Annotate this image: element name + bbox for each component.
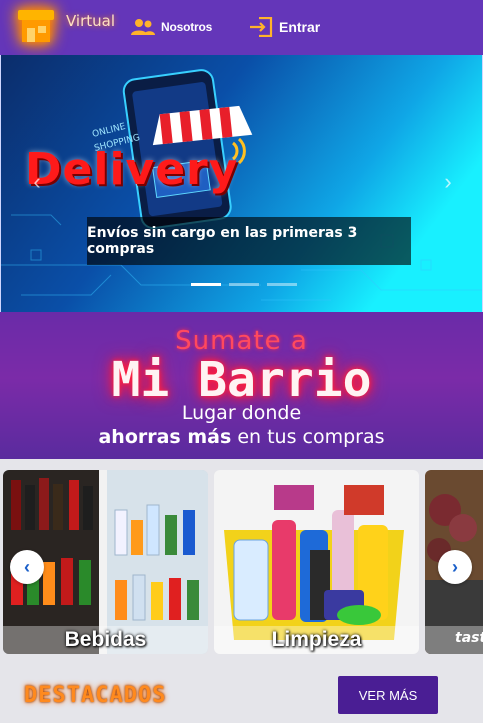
navbar: Virtual Nosotros Entrar [0,0,483,55]
carousel-indicators [191,283,297,286]
promo-title: Mi Barrio [111,352,372,408]
users-icon [131,17,155,37]
category-next-button[interactable]: › [438,550,472,584]
ver-mas-button[interactable]: VER MÁS [338,676,438,714]
chevron-left-icon: ‹ [33,169,41,194]
carousel-prev-button[interactable]: ‹ [27,167,47,197]
carousel-indicator[interactable] [191,283,221,286]
storefront-icon [14,6,58,46]
login-icon [249,16,273,38]
category-label [425,626,483,654]
brand-link[interactable]: Virtual [14,6,116,46]
category-label: Bebidas [3,626,208,654]
nav-link-nosotros[interactable]: Nosotros [131,17,212,37]
nav-link-entrar[interactable]: Entrar [249,16,321,38]
featured-section: DESTACADOS VER MÁS [0,660,483,723]
category-card-limpieza[interactable]: Limpieza [214,470,419,654]
promo-line-1: Lugar donde [181,402,302,424]
carousel-indicator[interactable] [267,283,297,286]
category-carousel: Bebidas Limpieza tasty [0,459,483,660]
slide-caption: Envíos sin cargo en las primeras 3 compr… [87,217,411,265]
promo-line-2: ahorras más en tus compras [0,426,483,448]
promo-line-2-bold: ahorras más [98,426,232,448]
brand-text: Virtual [66,12,116,30]
featured-title: DESTACADOS [24,683,167,708]
carousel-indicator[interactable] [229,283,259,286]
promo-banner: Sumate a Mi Barrio Lugar donde ahorras m… [0,312,483,459]
carousel-next-button[interactable]: › [438,167,458,197]
chevron-right-icon: › [452,556,458,577]
promo-line-2-rest: en tus compras [231,426,385,448]
category-label: Limpieza [214,626,419,654]
hero-carousel: ONLINE SHOPPING Delivery Envíos sin carg… [0,55,483,312]
slide-title: Delivery [25,144,239,195]
chevron-left-icon: ‹ [24,556,30,577]
nav-link-label: Entrar [279,19,321,35]
chevron-right-icon: › [444,169,452,194]
category-prev-button[interactable]: ‹ [10,550,44,584]
nav-link-label: Nosotros [161,20,213,34]
